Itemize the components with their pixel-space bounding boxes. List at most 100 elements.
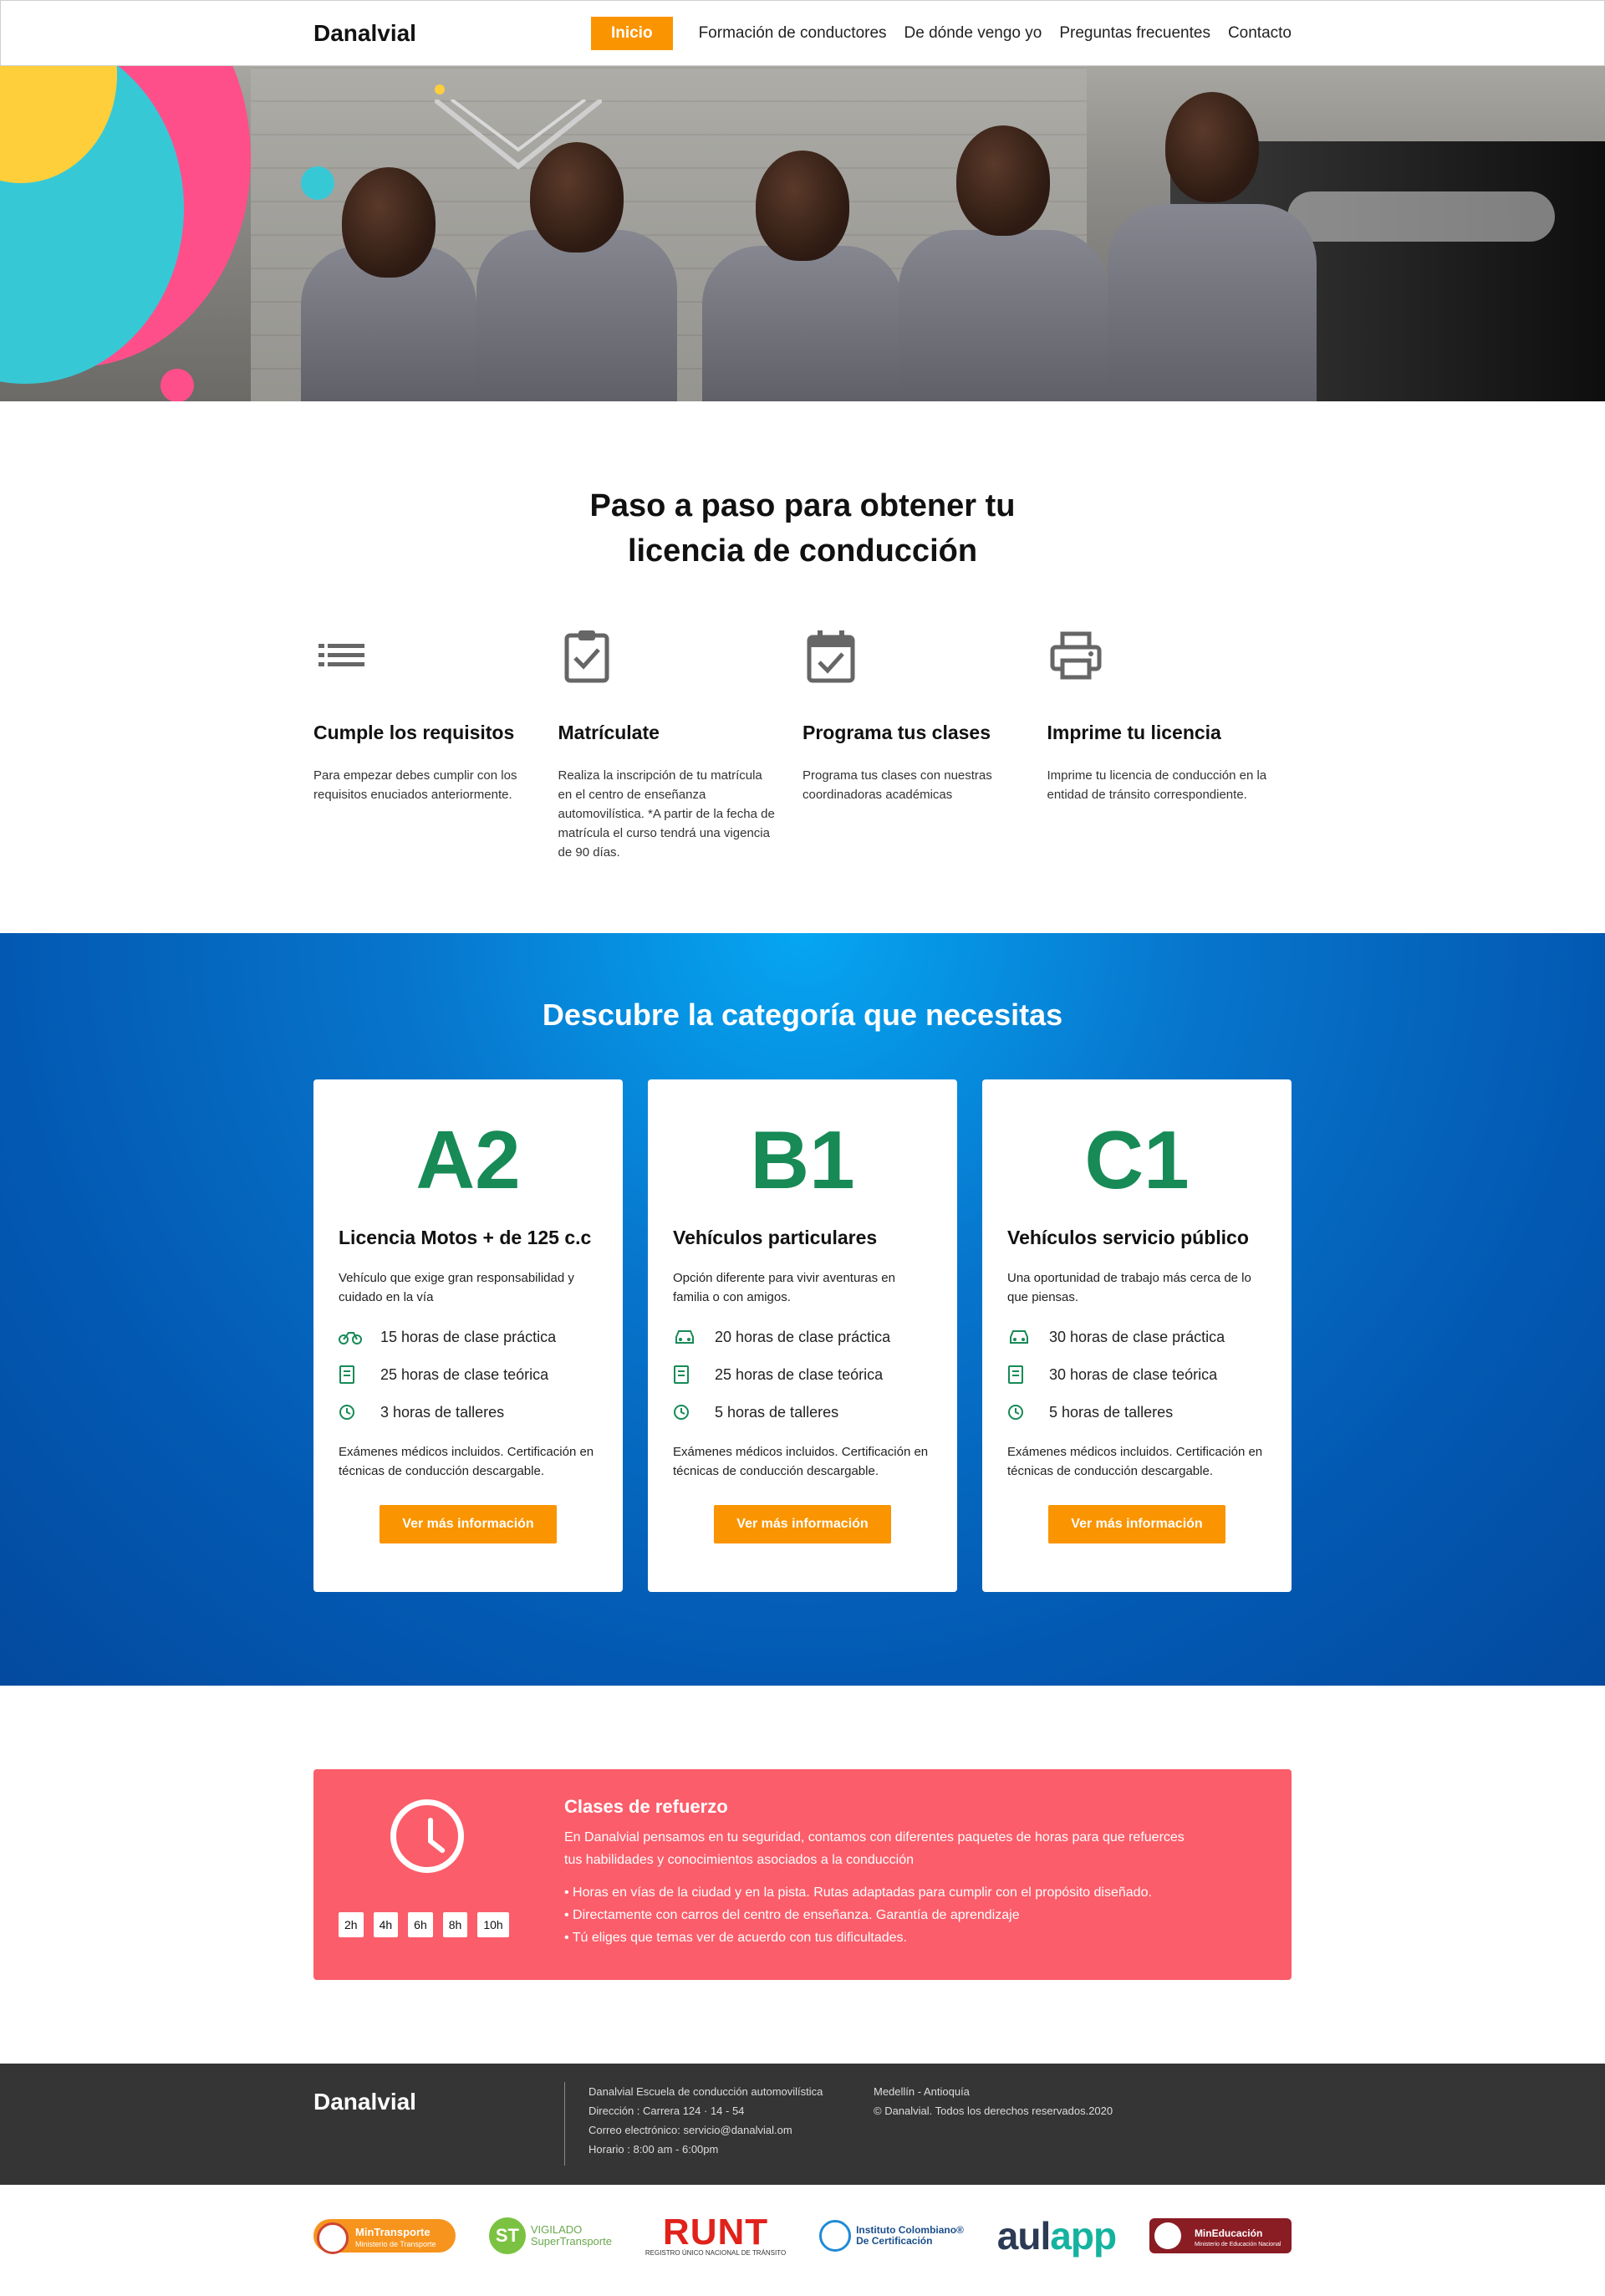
step-text: Programa tus clases con nuestras coordin… xyxy=(802,768,992,802)
hour-packages: 2h 4h 6h 8h 10h xyxy=(339,1912,509,1937)
car-icon xyxy=(1007,1328,1031,1346)
steps-title: Paso a paso para obtener tu licencia de … xyxy=(589,488,1016,569)
category-desc: Vehículo que exige gran responsabilidad … xyxy=(339,1271,574,1304)
partner-logos: MinTransporte Ministerio de Transporte ST… xyxy=(0,2185,1605,2287)
feature-text: 5 horas de talleres xyxy=(715,1403,839,1421)
feature-text: 5 horas de talleres xyxy=(1049,1403,1174,1421)
step-title: Matrículate xyxy=(558,722,660,743)
mineducacion-logo[interactable]: MinEducación Ministerio de Educación Naci… xyxy=(1149,2218,1292,2253)
feature-item: 20 horas de clase práctica xyxy=(673,1328,932,1346)
feature-item: 25 horas de clase teórica xyxy=(673,1365,932,1384)
more-info-button[interactable]: Ver más información xyxy=(380,1505,557,1543)
refuerzo-list: Horas en vías de la ciudad y en la pista… xyxy=(564,1881,1200,1949)
feature-text: 3 horas de talleres xyxy=(380,1403,505,1421)
calendar-check-icon xyxy=(807,630,855,683)
top-navbar: Danalvial Inicio Formación de conductore… xyxy=(0,0,1605,66)
motorcycle-icon xyxy=(339,1328,362,1346)
refuerzo-section: 2h 4h 6h 8h 10h Clases de refuerzo En Da… xyxy=(0,1686,1605,2064)
feature-item: 5 horas de talleres xyxy=(1007,1403,1266,1421)
brand-logo[interactable]: Danalvial xyxy=(313,20,416,47)
refuerzo-title: Clases de refuerzo xyxy=(564,1796,728,1817)
more-info-button[interactable]: Ver más información xyxy=(714,1505,891,1543)
category-title: Vehículos particulares xyxy=(673,1227,878,1248)
feature-item: 25 horas de clase teórica xyxy=(339,1365,598,1384)
refuerzo-bullet: Directamente con carros del centro de en… xyxy=(564,1904,1200,1926)
category-note: Exámenes médicos incluidos. Certificació… xyxy=(1007,1445,1263,1478)
clock-icon xyxy=(339,1403,362,1421)
step-text: Para empezar debes cumplir con los requi… xyxy=(313,768,517,802)
feature-text: 30 horas de clase práctica xyxy=(1049,1328,1225,1345)
step-title: Imprime tu licencia xyxy=(1047,722,1221,743)
footer-info: Medellín - Antioquía © Danalvial. Todos … xyxy=(874,2082,1113,2166)
feature-item: 30 horas de clase práctica xyxy=(1007,1328,1266,1346)
runt-logo[interactable]: RUNT REGISTRO ÚNICO NACIONAL DE TRÁNSITO xyxy=(645,2213,786,2257)
step-matricula: Matrículate Realiza la inscripción de tu… xyxy=(558,627,803,862)
hour-chip[interactable]: 4h xyxy=(373,1912,399,1937)
hour-chip[interactable]: 8h xyxy=(442,1912,468,1937)
feature-text: 20 horas de clase práctica xyxy=(715,1328,891,1345)
feature-item: 30 horas de clase teórica xyxy=(1007,1365,1266,1384)
category-card-b1: B1 Vehículos particulares Opción diferen… xyxy=(648,1079,957,1592)
feature-text: 30 horas de clase teórica xyxy=(1049,1365,1218,1383)
feature-text: 25 horas de clase teórica xyxy=(715,1365,884,1383)
category-title: Vehículos servicio público xyxy=(1007,1227,1249,1248)
refuerzo-bullet: Horas en vías de la ciudad y en la pista… xyxy=(564,1881,1200,1904)
step-text: Imprime tu licencia de conducción en la … xyxy=(1047,768,1267,802)
list-icon xyxy=(318,644,364,666)
category-code: A2 xyxy=(415,1114,521,1206)
hour-chip[interactable]: 2h xyxy=(339,1912,364,1937)
category-note: Exámenes médicos incluidos. Certificació… xyxy=(673,1445,929,1478)
supertransporte-logo[interactable]: ST VIGILADO SuperTransporte xyxy=(488,2217,612,2254)
nav-de-donde-vengo[interactable]: De dónde vengo yo xyxy=(904,24,1042,43)
refuerzo-bullet: Tú eliges que temas ver de acuerdo con t… xyxy=(564,1926,1200,1949)
footer-line: Medellín - Antioquía xyxy=(874,2085,970,2098)
book-icon xyxy=(339,1365,362,1384)
footer-brand: Danalvial xyxy=(313,2089,416,2115)
nav-formacion[interactable]: Formación de conductores xyxy=(699,24,887,43)
hour-chip[interactable]: 10h xyxy=(477,1912,509,1937)
hero-image xyxy=(0,66,1605,401)
mintransporte-logo[interactable]: MinTransporte Ministerio de Transporte xyxy=(313,2219,456,2254)
more-info-button[interactable]: Ver más información xyxy=(1048,1505,1225,1543)
feature-item: 5 horas de talleres xyxy=(673,1403,932,1421)
nav-preguntas[interactable]: Preguntas frecuentes xyxy=(1059,24,1210,43)
category-desc: Una oportunidad de trabajo más cerca de … xyxy=(1007,1271,1251,1304)
categories-section: Descubre la categoría que necesitas A2 L… xyxy=(0,933,1605,1686)
footer-line: Dirección : Carrera 124 · 14 - 54 xyxy=(588,2105,745,2117)
printer-icon xyxy=(1050,631,1101,680)
category-code: C1 xyxy=(1084,1114,1190,1206)
clock-icon xyxy=(673,1403,696,1421)
step-title: Cumple los requisitos xyxy=(313,722,515,743)
refuerzo-intro: En Danalvial pensamos en tu seguridad, c… xyxy=(564,1830,1185,1867)
step-programa: Programa tus clases Programa tus clases … xyxy=(802,627,1047,862)
footer-copyright: © Danalvial. Todos los derechos reservad… xyxy=(874,2105,1113,2117)
aulapp-logo[interactable]: aul app xyxy=(997,2213,1117,2258)
category-note: Exámenes médicos incluidos. Certificació… xyxy=(339,1445,594,1478)
footer-line: Horario : 8:00 am - 6:00pm xyxy=(588,2143,719,2156)
clock-icon xyxy=(390,1799,464,1873)
clipboard-check-icon xyxy=(564,630,609,683)
footer-email[interactable]: Correo electrónico: servicio@danalvial.o… xyxy=(588,2120,874,2140)
feature-text: 25 horas de clase teórica xyxy=(380,1365,549,1383)
footer-contact: Danalvial Escuela de conducción automovi… xyxy=(564,2082,874,2166)
nav-inicio[interactable]: Inicio xyxy=(590,16,673,50)
clock-icon xyxy=(1007,1403,1031,1421)
footer-line: Danalvial Escuela de conducción automovi… xyxy=(588,2085,823,2098)
hour-chip[interactable]: 6h xyxy=(408,1912,433,1937)
step-imprime: Imprime tu licencia Imprime tu licencia … xyxy=(1047,627,1292,862)
step-requisitos: Cumple los requisitos Para empezar debes… xyxy=(313,627,558,862)
nav-contacto[interactable]: Contacto xyxy=(1228,24,1292,43)
car-icon xyxy=(673,1328,696,1346)
feature-item: 3 horas de talleres xyxy=(339,1403,598,1421)
category-code: B1 xyxy=(750,1114,855,1206)
icc-logo[interactable]: Instituto Colombiano® De Certificación xyxy=(819,2220,964,2252)
footer: Danalvial Danalvial Escuela de conducció… xyxy=(0,2064,1605,2185)
feature-text: 15 horas de clase práctica xyxy=(380,1328,557,1345)
refuerzo-banner: 2h 4h 6h 8h 10h Clases de refuerzo En Da… xyxy=(313,1769,1292,1980)
category-card-a2: A2 Licencia Motos + de 125 c.c Vehículo … xyxy=(313,1079,623,1592)
step-title: Programa tus clases xyxy=(802,722,991,743)
feature-item: 15 horas de clase práctica xyxy=(339,1328,598,1346)
categories-title: Descubre la categoría que necesitas xyxy=(542,997,1063,1032)
book-icon xyxy=(1007,1365,1031,1384)
category-title: Licencia Motos + de 125 c.c xyxy=(339,1227,592,1248)
